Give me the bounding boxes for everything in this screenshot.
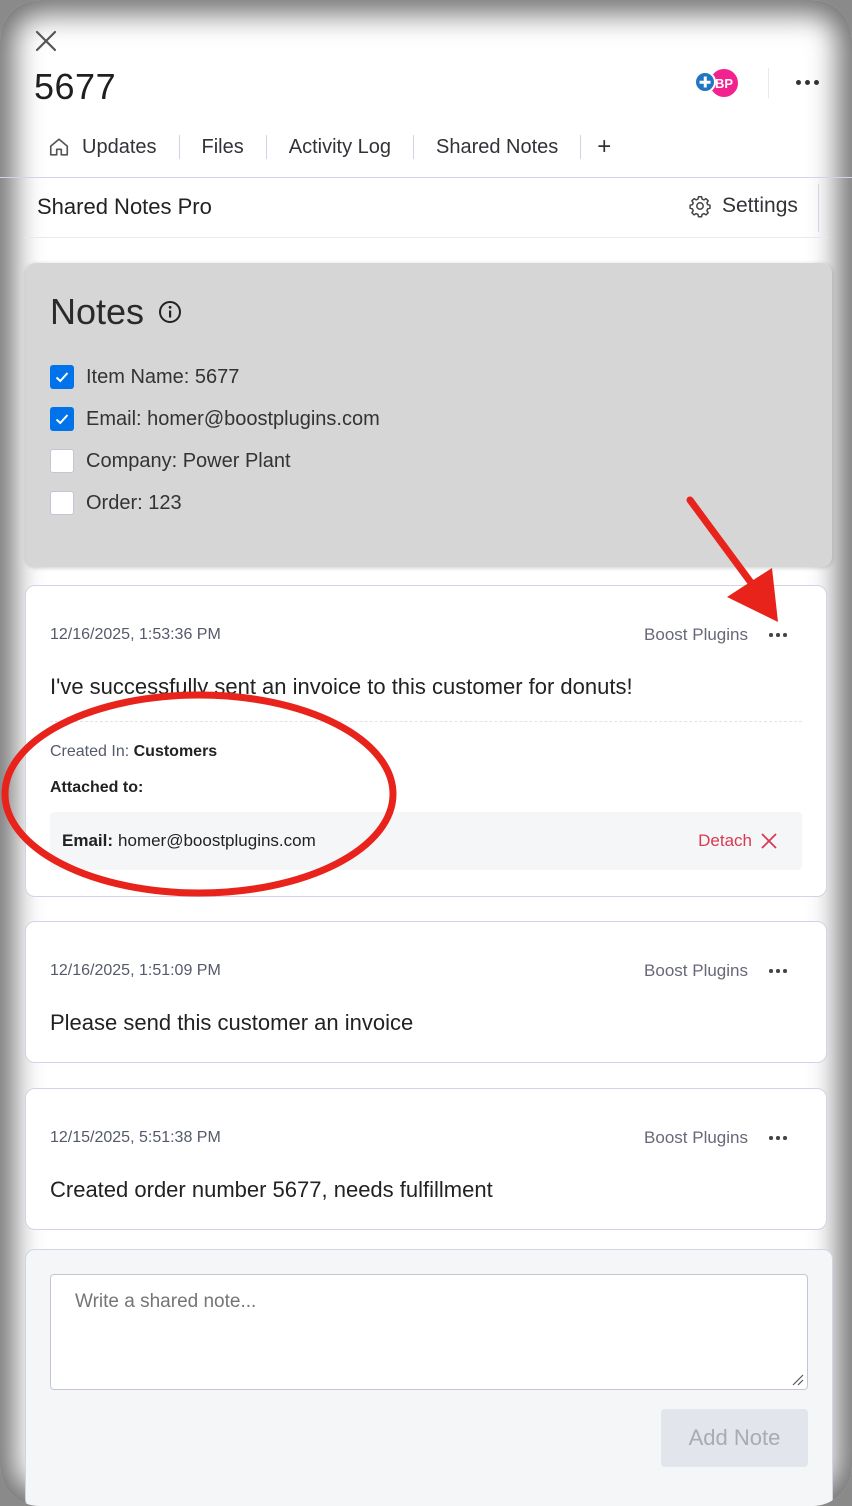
note-date: 12/16/2025, 1:51:09 PM (50, 962, 221, 979)
attached-to-label: Attached to: (50, 779, 144, 796)
field-checkbox-company[interactable]: Company: Power Plant (50, 449, 291, 473)
close-icon[interactable] (33, 28, 59, 54)
note-date: 12/15/2025, 5:51:38 PM (50, 1129, 221, 1146)
checkbox-checked[interactable] (50, 365, 74, 389)
checkbox-label: Order: 123 (86, 491, 182, 514)
note-author: Boost Plugins (644, 625, 748, 644)
dot (783, 633, 787, 637)
notes-heading-text: Notes (50, 291, 145, 332)
settings-label: Settings (722, 194, 798, 217)
dot (776, 633, 780, 637)
attachment-field-label: Email: (62, 831, 114, 850)
attachment-field-value: homer@boostplugins.com (118, 831, 316, 850)
dot (813, 79, 819, 85)
dot (776, 1136, 780, 1140)
more-options-button[interactable] (790, 68, 824, 96)
detach-label: Detach (698, 831, 752, 850)
checkbox-checked[interactable] (50, 407, 74, 431)
created-in-value: Customers (133, 743, 218, 760)
item-panel: 5677 BP Updates Files Activity Log Share… (0, 0, 852, 1506)
add-tab-button[interactable]: + (580, 133, 627, 160)
settings-button[interactable]: Settings (688, 194, 798, 218)
note-date: 12/16/2025, 1:53:36 PM (50, 626, 221, 643)
item-title: 5677 (34, 66, 117, 107)
resize-handle-icon[interactable] (790, 1372, 804, 1386)
tab-files[interactable]: Files (178, 135, 266, 159)
checkbox-label: Email: homer@boostplugins.com (86, 407, 380, 430)
dot (795, 79, 801, 85)
subscribers[interactable]: BP (694, 66, 746, 100)
add-note-button[interactable]: Add Note (661, 1409, 808, 1467)
dot (783, 1136, 787, 1140)
gear-icon (689, 196, 711, 218)
divider (24, 237, 828, 238)
note-author: Boost Plugins (644, 1128, 748, 1147)
attachment-row: Email: homer@boostplugins.com Detach (50, 812, 802, 870)
checkbox-unchecked[interactable] (50, 491, 74, 515)
field-checkbox-email[interactable]: Email: homer@boostplugins.com (50, 407, 380, 431)
note-text: Please send this customer an invoice (50, 1010, 414, 1035)
divider (768, 68, 769, 98)
note-author: Boost Plugins (644, 961, 748, 980)
notes-heading: Notes (50, 291, 182, 333)
plus-icon: + (597, 133, 612, 160)
shared-note-input[interactable] (50, 1274, 808, 1390)
home-icon (49, 138, 69, 156)
divider (50, 721, 802, 722)
check-icon (55, 372, 69, 383)
checkbox-label: Company: Power Plant (86, 449, 291, 472)
note-more-button[interactable] (766, 627, 790, 643)
check-icon (55, 414, 69, 425)
tab-label: Activity Log (288, 135, 391, 158)
field-checkbox-item-name[interactable]: Item Name: 5677 (50, 365, 239, 389)
tab-shared-notes[interactable]: Shared Notes (413, 135, 580, 159)
note-card: 12/16/2025, 1:53:36 PM Boost Plugins I'v… (25, 585, 827, 897)
notes-fields-panel: Notes Item Name: 5677 Email: homer@boost… (26, 263, 832, 567)
add-subscriber-icon[interactable] (694, 71, 716, 93)
dot (783, 969, 787, 973)
divider (0, 177, 852, 178)
tab-bar: Updates Files Activity Log Shared Notes … (48, 131, 627, 163)
detach-button[interactable]: Detach (698, 831, 778, 851)
tab-label: Files (201, 135, 244, 158)
note-more-button[interactable] (766, 1130, 790, 1146)
field-checkbox-order[interactable]: Order: 123 (50, 491, 182, 515)
tab-label: Shared Notes (436, 135, 559, 158)
dot (769, 1136, 773, 1140)
note-card: 12/16/2025, 1:51:09 PM Boost Plugins Ple… (25, 921, 827, 1063)
note-more-button[interactable] (766, 963, 790, 979)
note-text: Created order number 5677, needs fulfill… (50, 1177, 493, 1202)
close-icon (761, 833, 777, 849)
note-text: I've successfully sent an invoice to thi… (50, 674, 633, 699)
tab-label: Updates (82, 135, 157, 158)
dot (769, 633, 773, 637)
checkbox-unchecked[interactable] (50, 449, 74, 473)
tab-updates[interactable]: Updates (48, 135, 179, 159)
checkbox-label: Item Name: 5677 (86, 365, 240, 388)
created-in: Created In: Customers (50, 743, 217, 761)
created-in-label: Created In: (50, 743, 130, 760)
compose-panel: Add Note (25, 1249, 833, 1506)
tab-activity-log[interactable]: Activity Log (265, 135, 413, 159)
dot (769, 969, 773, 973)
app-title: Shared Notes Pro (37, 194, 212, 219)
dot (804, 79, 810, 85)
dot (776, 969, 780, 973)
divider (818, 184, 819, 232)
info-icon[interactable] (158, 300, 182, 324)
note-card: 12/15/2025, 5:51:38 PM Boost Plugins Cre… (25, 1088, 827, 1230)
